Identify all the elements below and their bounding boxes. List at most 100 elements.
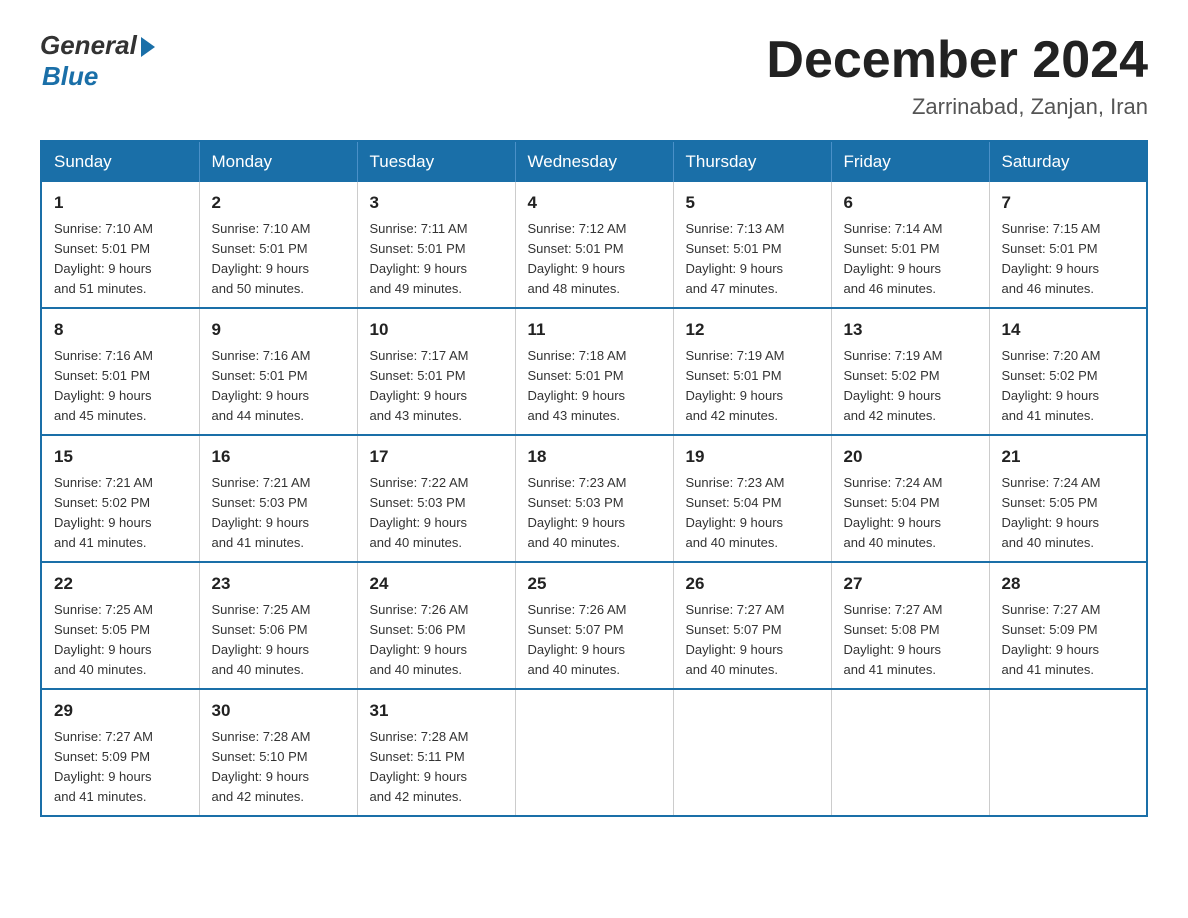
day-number: 3 <box>370 190 503 216</box>
day-cell-1: 1 Sunrise: 7:10 AMSunset: 5:01 PMDayligh… <box>41 182 199 308</box>
day-number: 13 <box>844 317 977 343</box>
empty-cell-4-6 <box>989 689 1147 816</box>
day-info: Sunrise: 7:27 AMSunset: 5:09 PMDaylight:… <box>1002 602 1101 677</box>
day-info: Sunrise: 7:24 AMSunset: 5:05 PMDaylight:… <box>1002 475 1101 550</box>
day-cell-11: 11 Sunrise: 7:18 AMSunset: 5:01 PMDaylig… <box>515 308 673 435</box>
day-info: Sunrise: 7:21 AMSunset: 5:03 PMDaylight:… <box>212 475 311 550</box>
day-info: Sunrise: 7:16 AMSunset: 5:01 PMDaylight:… <box>212 348 311 423</box>
day-number: 19 <box>686 444 819 470</box>
day-cell-20: 20 Sunrise: 7:24 AMSunset: 5:04 PMDaylig… <box>831 435 989 562</box>
day-cell-21: 21 Sunrise: 7:24 AMSunset: 5:05 PMDaylig… <box>989 435 1147 562</box>
day-number: 4 <box>528 190 661 216</box>
day-info: Sunrise: 7:11 AMSunset: 5:01 PMDaylight:… <box>370 221 468 296</box>
day-cell-16: 16 Sunrise: 7:21 AMSunset: 5:03 PMDaylig… <box>199 435 357 562</box>
day-info: Sunrise: 7:27 AMSunset: 5:08 PMDaylight:… <box>844 602 943 677</box>
day-info: Sunrise: 7:10 AMSunset: 5:01 PMDaylight:… <box>54 221 153 296</box>
day-cell-27: 27 Sunrise: 7:27 AMSunset: 5:08 PMDaylig… <box>831 562 989 689</box>
empty-cell-4-3 <box>515 689 673 816</box>
day-number: 14 <box>1002 317 1135 343</box>
day-cell-13: 13 Sunrise: 7:19 AMSunset: 5:02 PMDaylig… <box>831 308 989 435</box>
day-cell-31: 31 Sunrise: 7:28 AMSunset: 5:11 PMDaylig… <box>357 689 515 816</box>
week-row-5: 29 Sunrise: 7:27 AMSunset: 5:09 PMDaylig… <box>41 689 1147 816</box>
day-cell-4: 4 Sunrise: 7:12 AMSunset: 5:01 PMDayligh… <box>515 182 673 308</box>
day-cell-15: 15 Sunrise: 7:21 AMSunset: 5:02 PMDaylig… <box>41 435 199 562</box>
day-number: 23 <box>212 571 345 597</box>
day-number: 12 <box>686 317 819 343</box>
day-number: 7 <box>1002 190 1135 216</box>
day-cell-24: 24 Sunrise: 7:26 AMSunset: 5:06 PMDaylig… <box>357 562 515 689</box>
page-header: General Blue December 2024 Zarrinabad, Z… <box>40 30 1148 120</box>
day-info: Sunrise: 7:19 AMSunset: 5:01 PMDaylight:… <box>686 348 785 423</box>
day-number: 16 <box>212 444 345 470</box>
day-info: Sunrise: 7:20 AMSunset: 5:02 PMDaylight:… <box>1002 348 1101 423</box>
day-info: Sunrise: 7:19 AMSunset: 5:02 PMDaylight:… <box>844 348 943 423</box>
day-cell-26: 26 Sunrise: 7:27 AMSunset: 5:07 PMDaylig… <box>673 562 831 689</box>
day-info: Sunrise: 7:10 AMSunset: 5:01 PMDaylight:… <box>212 221 311 296</box>
day-number: 22 <box>54 571 187 597</box>
day-cell-14: 14 Sunrise: 7:20 AMSunset: 5:02 PMDaylig… <box>989 308 1147 435</box>
logo-blue-text: Blue <box>42 61 98 92</box>
day-info: Sunrise: 7:23 AMSunset: 5:04 PMDaylight:… <box>686 475 785 550</box>
day-info: Sunrise: 7:22 AMSunset: 5:03 PMDaylight:… <box>370 475 469 550</box>
day-cell-28: 28 Sunrise: 7:27 AMSunset: 5:09 PMDaylig… <box>989 562 1147 689</box>
day-info: Sunrise: 7:28 AMSunset: 5:10 PMDaylight:… <box>212 729 311 804</box>
day-number: 29 <box>54 698 187 724</box>
day-cell-2: 2 Sunrise: 7:10 AMSunset: 5:01 PMDayligh… <box>199 182 357 308</box>
day-cell-18: 18 Sunrise: 7:23 AMSunset: 5:03 PMDaylig… <box>515 435 673 562</box>
week-row-1: 1 Sunrise: 7:10 AMSunset: 5:01 PMDayligh… <box>41 182 1147 308</box>
day-info: Sunrise: 7:13 AMSunset: 5:01 PMDaylight:… <box>686 221 785 296</box>
week-row-2: 8 Sunrise: 7:16 AMSunset: 5:01 PMDayligh… <box>41 308 1147 435</box>
day-number: 21 <box>1002 444 1135 470</box>
day-cell-8: 8 Sunrise: 7:16 AMSunset: 5:01 PMDayligh… <box>41 308 199 435</box>
day-cell-6: 6 Sunrise: 7:14 AMSunset: 5:01 PMDayligh… <box>831 182 989 308</box>
day-number: 2 <box>212 190 345 216</box>
day-info: Sunrise: 7:14 AMSunset: 5:01 PMDaylight:… <box>844 221 943 296</box>
day-cell-12: 12 Sunrise: 7:19 AMSunset: 5:01 PMDaylig… <box>673 308 831 435</box>
day-cell-5: 5 Sunrise: 7:13 AMSunset: 5:01 PMDayligh… <box>673 182 831 308</box>
calendar-table: SundayMondayTuesdayWednesdayThursdayFrid… <box>40 140 1148 817</box>
day-cell-9: 9 Sunrise: 7:16 AMSunset: 5:01 PMDayligh… <box>199 308 357 435</box>
day-info: Sunrise: 7:16 AMSunset: 5:01 PMDaylight:… <box>54 348 153 423</box>
day-number: 8 <box>54 317 187 343</box>
day-number: 27 <box>844 571 977 597</box>
day-number: 20 <box>844 444 977 470</box>
day-info: Sunrise: 7:17 AMSunset: 5:01 PMDaylight:… <box>370 348 469 423</box>
day-info: Sunrise: 7:26 AMSunset: 5:06 PMDaylight:… <box>370 602 469 677</box>
day-number: 24 <box>370 571 503 597</box>
day-cell-29: 29 Sunrise: 7:27 AMSunset: 5:09 PMDaylig… <box>41 689 199 816</box>
day-number: 28 <box>1002 571 1135 597</box>
weekday-header-row: SundayMondayTuesdayWednesdayThursdayFrid… <box>41 141 1147 182</box>
day-number: 25 <box>528 571 661 597</box>
day-cell-30: 30 Sunrise: 7:28 AMSunset: 5:10 PMDaylig… <box>199 689 357 816</box>
weekday-header-saturday: Saturday <box>989 141 1147 182</box>
weekday-header-tuesday: Tuesday <box>357 141 515 182</box>
location-title: Zarrinabad, Zanjan, Iran <box>766 94 1148 120</box>
day-info: Sunrise: 7:28 AMSunset: 5:11 PMDaylight:… <box>370 729 469 804</box>
day-info: Sunrise: 7:26 AMSunset: 5:07 PMDaylight:… <box>528 602 627 677</box>
day-number: 30 <box>212 698 345 724</box>
weekday-header-thursday: Thursday <box>673 141 831 182</box>
logo-general-text: General <box>40 30 137 61</box>
week-row-3: 15 Sunrise: 7:21 AMSunset: 5:02 PMDaylig… <box>41 435 1147 562</box>
weekday-header-wednesday: Wednesday <box>515 141 673 182</box>
day-info: Sunrise: 7:18 AMSunset: 5:01 PMDaylight:… <box>528 348 627 423</box>
empty-cell-4-5 <box>831 689 989 816</box>
day-info: Sunrise: 7:21 AMSunset: 5:02 PMDaylight:… <box>54 475 153 550</box>
day-cell-10: 10 Sunrise: 7:17 AMSunset: 5:01 PMDaylig… <box>357 308 515 435</box>
day-info: Sunrise: 7:27 AMSunset: 5:07 PMDaylight:… <box>686 602 785 677</box>
day-number: 15 <box>54 444 187 470</box>
weekday-header-friday: Friday <box>831 141 989 182</box>
day-number: 10 <box>370 317 503 343</box>
day-cell-22: 22 Sunrise: 7:25 AMSunset: 5:05 PMDaylig… <box>41 562 199 689</box>
day-cell-17: 17 Sunrise: 7:22 AMSunset: 5:03 PMDaylig… <box>357 435 515 562</box>
day-number: 1 <box>54 190 187 216</box>
title-section: December 2024 Zarrinabad, Zanjan, Iran <box>766 30 1148 120</box>
day-info: Sunrise: 7:15 AMSunset: 5:01 PMDaylight:… <box>1002 221 1101 296</box>
week-row-4: 22 Sunrise: 7:25 AMSunset: 5:05 PMDaylig… <box>41 562 1147 689</box>
month-title: December 2024 <box>766 30 1148 90</box>
day-number: 11 <box>528 317 661 343</box>
day-cell-19: 19 Sunrise: 7:23 AMSunset: 5:04 PMDaylig… <box>673 435 831 562</box>
day-info: Sunrise: 7:27 AMSunset: 5:09 PMDaylight:… <box>54 729 153 804</box>
day-cell-7: 7 Sunrise: 7:15 AMSunset: 5:01 PMDayligh… <box>989 182 1147 308</box>
day-info: Sunrise: 7:25 AMSunset: 5:05 PMDaylight:… <box>54 602 153 677</box>
